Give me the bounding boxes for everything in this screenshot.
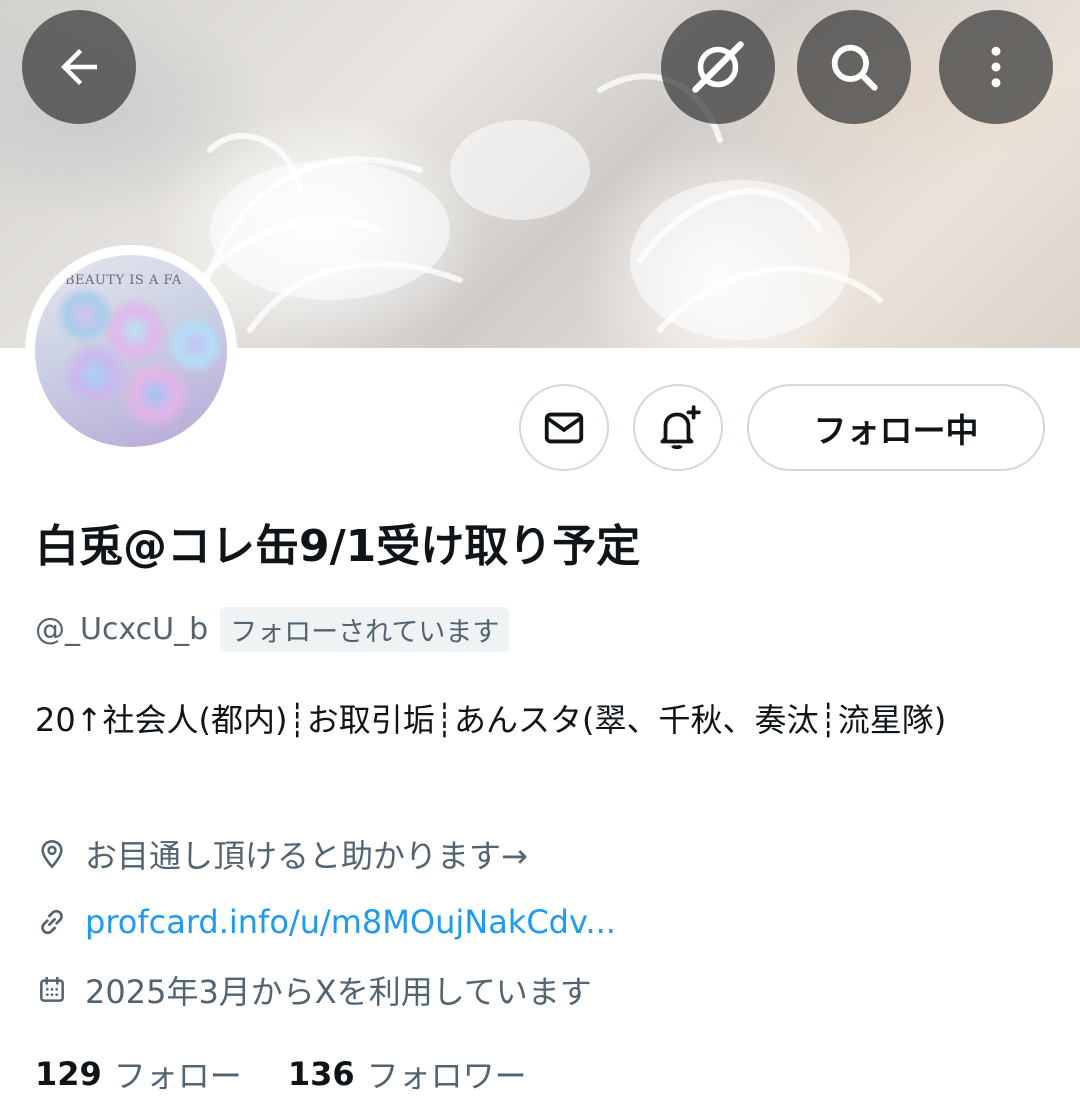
joined-row: 2025年3月からXを利用しています (35, 966, 592, 1014)
calendar-icon (35, 973, 69, 1007)
link-icon (35, 905, 69, 939)
avatar-caption: BEAUTY IS A FA (65, 273, 182, 288)
website-row[interactable]: profcard.info/u/m8MOujNakCdv... (35, 898, 616, 946)
mail-icon (544, 412, 584, 443)
search-button[interactable] (797, 10, 911, 124)
avatar-image: BEAUTY IS A FA (35, 255, 227, 447)
grok-button[interactable] (661, 10, 775, 124)
handle-row: @_UcxcU_b フォローされています (35, 606, 510, 652)
avatar[interactable]: BEAUTY IS A FA (25, 245, 237, 457)
message-button[interactable] (519, 384, 609, 471)
following-button[interactable]: フォロー中 (747, 384, 1045, 471)
display-name: 白兎@コレ缶9/1受け取り予定 (35, 521, 641, 572)
following-label: フォロー (113, 1057, 242, 1095)
arrow-left-icon (61, 49, 97, 85)
back-button[interactable] (22, 10, 136, 124)
more-vertical-icon (991, 46, 1001, 88)
follow-stats: 129 フォロー 136 フォロワー (35, 1050, 527, 1098)
bell-plus-icon (660, 404, 701, 449)
website-link[interactable]: profcard.info/u/m8MOujNakCdv... (85, 903, 616, 941)
following-link[interactable]: 129 フォロー (35, 1051, 242, 1097)
location-row: お目通し頂けると助かります→ (35, 830, 528, 878)
location-pin-icon (35, 837, 69, 871)
joined-date: 2025年3月からXを利用しています (85, 973, 592, 1011)
grok-icon (692, 41, 744, 93)
followers-label: フォロワー (366, 1057, 527, 1095)
user-handle: @_UcxcU_b (35, 611, 209, 647)
profile-bio: 20↑社会人(都内)┊お取引垢┊あんスタ(翠、千秋、奏汰┊流星隊) (35, 701, 947, 739)
follows-you-badge: フォローされています (220, 606, 510, 652)
following-count: 129 (35, 1055, 102, 1093)
notifications-button[interactable] (633, 384, 723, 471)
followers-count: 136 (287, 1055, 355, 1093)
search-icon (831, 44, 878, 91)
location-text: お目通し頂けると助かります→ (85, 837, 528, 875)
more-options-button[interactable] (939, 10, 1053, 124)
followers-link[interactable]: 136 フォロワー (288, 1051, 527, 1097)
